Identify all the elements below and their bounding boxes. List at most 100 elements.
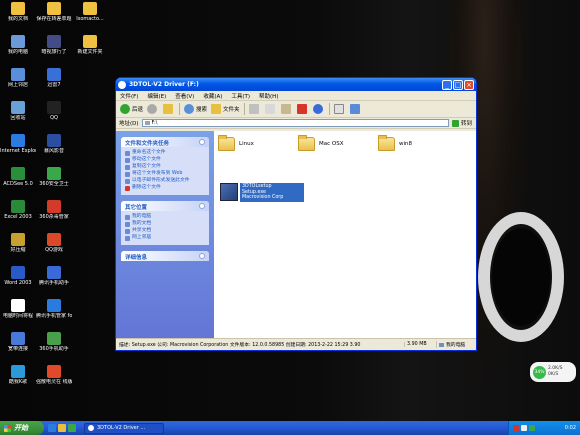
desktop-icon[interactable]: 我的电脑 [0,35,36,55]
folder-quicklaunch-icon[interactable] [58,424,66,432]
desktop-icon[interactable]: ACDSee 5.0 [0,167,36,187]
file-folder-tasks-header[interactable]: 文件和文件夹任务 [121,137,209,147]
task-link[interactable]: 复制这个文件 [125,164,205,170]
task-link[interactable]: 以电子邮件形式发送此文件 [125,178,205,184]
desktop-icon[interactable]: 新建文件夹 [72,35,108,55]
desktop-icon[interactable]: 迅雷7 [36,68,72,88]
back-button[interactable]: 后退 [120,104,143,114]
close-button[interactable]: × [464,79,474,90]
move-to-button[interactable] [248,104,261,114]
task-link[interactable]: 删除这个文件 [125,185,205,191]
folders-button[interactable]: 文件夹 [211,104,240,114]
desktop-icon[interactable]: 腾讯手机助手 [36,266,72,286]
setup-file-item[interactable]: 3DTOLsetup Setup.exe Macrovision Corp [220,183,304,202]
forward-button[interactable] [147,104,159,114]
desktop-icon[interactable]: 360杀毒管家 [36,200,72,220]
menu-tools[interactable]: 工具(T) [231,92,250,100]
menu-favorites[interactable]: 收藏(A) [203,92,222,100]
delete-icon [125,186,130,191]
task-link[interactable]: 共享文档 [125,228,205,234]
task-link[interactable]: 我的文档 [125,221,205,227]
desktop-icon[interactable]: 保存在转差单题 [36,2,72,22]
task-link[interactable]: 网上邻居 [125,235,205,241]
desktop-icon[interactable]: 电脑时间将程 [0,299,36,319]
desktop-icon-label: 网上邻居 [7,82,28,88]
explorer-window[interactable]: 3DTOL-V2 Driver (F:) _ □ × 文件(F) 编辑(E) 查… [115,77,477,351]
drive-icon [118,80,126,89]
go-button[interactable]: 转到 [451,119,472,127]
expand-icon[interactable] [199,253,205,259]
folder-icon [378,135,395,151]
desktop-icon[interactable]: QQ [36,101,72,121]
collapse-icon[interactable] [199,139,205,145]
views-button[interactable] [349,104,362,114]
network-tray-icon[interactable] [521,425,527,431]
other-places-header[interactable]: 其它位置 [121,201,209,211]
title-bar[interactable]: 3DTOL-V2 Driver (F:) _ □ × [116,78,476,91]
search-button[interactable]: 搜索 [184,104,207,114]
ie-quicklaunch-icon[interactable] [48,424,56,432]
menu-file[interactable]: 文件(F) [120,92,138,100]
desktop-icon[interactable]: 360安全卫士 [36,167,72,187]
collapse-icon[interactable] [199,203,205,209]
delete-button[interactable] [296,104,309,114]
menu-edit[interactable]: 编辑(E) [147,92,166,100]
desktop-icon[interactable]: 回收站 [0,101,36,121]
desktop-icon[interactable]: 腾讯手机管家 for [36,299,72,319]
drive-icon [88,425,94,431]
menu-view[interactable]: 查看(V) [175,92,194,100]
antivirus-tray-icon[interactable] [513,425,519,431]
taskbar-window-button[interactable]: 3DTOL-V2 Driver ... [84,422,164,434]
desktop-icon[interactable]: 我的文档 [0,2,36,22]
undo-button[interactable] [312,104,325,114]
app-icon [47,332,61,345]
toolbar-separator [243,103,245,115]
copy-to-button[interactable] [264,104,277,114]
desktop-icon[interactable]: Internet Explorer [0,134,36,154]
app-icon [47,101,61,114]
volume-tray-icon[interactable] [529,425,535,431]
desktop-icon[interactable]: QQ游戏 [36,233,72,253]
task-link[interactable]: 移动这个文件 [125,157,205,163]
folder-item[interactable]: Linux [218,135,254,151]
setup-file-company: Macrovision Corp [242,195,284,200]
folder-icon [298,135,315,151]
desktop-icon[interactable]: 360手机助手 [36,332,72,352]
desktop-icon[interactable]: 暴风影音 [36,134,72,154]
task-link[interactable]: 我的电脑 [125,214,205,220]
network-speed-widget[interactable]: 34% 2.0K/S 0K/S [530,362,576,382]
properties-button[interactable] [333,104,346,114]
desktop-icon-label: 保存在转差单题 [36,16,72,22]
desktop-icon[interactable]: 网上邻居 [0,68,36,88]
maximize-button[interactable]: □ [453,79,463,90]
folder-item[interactable]: Mac OSX [298,135,343,151]
desktop-icon[interactable]: Isomacto... [72,2,108,22]
file-view[interactable]: Linux Mac OSX win8 3DTOLsetup Setup.exe … [214,131,476,338]
start-button[interactable]: 开始 [0,421,44,435]
back-label: 后退 [132,107,144,113]
desktop-icon[interactable]: 酷我K歌 [0,365,36,385]
details-header[interactable]: 详细信息 [121,251,209,261]
app-quicklaunch-icon[interactable] [68,424,76,432]
desktop-icon[interactable]: 好压缩 [0,233,36,253]
minimize-button[interactable]: _ [442,79,452,90]
desktop-icon[interactable]: Word 2003 [0,266,36,286]
start-label: 开始 [14,424,28,432]
folder-item[interactable]: win8 [378,135,413,151]
desktop-icon[interactable]: 暗视旅行了 [36,35,72,55]
clock[interactable]: 0:02 [565,425,576,431]
file-folder-tasks-title: 文件和文件夹任务 [125,141,170,147]
up-button[interactable] [163,104,175,114]
desktop-icon[interactable]: 宽带连接 [0,332,36,352]
paste-button[interactable] [280,104,293,114]
address-input[interactable]: F:\ [141,119,449,127]
folder-name: win8 [399,141,413,147]
desktop-icon[interactable]: Excel 2003 [0,200,36,220]
task-icon [125,179,130,184]
task-link[interactable]: 重命名这个文件 [125,150,205,156]
quick-launch [48,424,78,432]
desktop-icon[interactable]: 强散电灵在 线版 [36,365,72,385]
task-link-label: 网上邻居 [132,235,152,240]
menu-help[interactable]: 帮助(H) [259,92,278,100]
task-link[interactable]: 将这个文件发布到 Web [125,171,205,177]
